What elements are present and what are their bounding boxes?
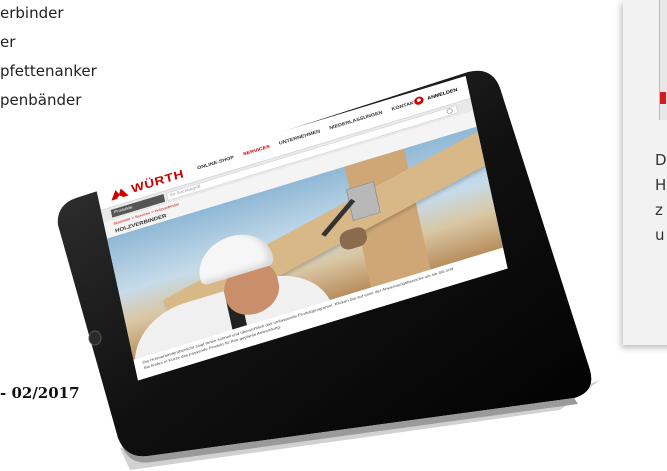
search-placeholder: Ihr Suchbegriff — [169, 184, 201, 198]
nav-unternehmen[interactable]: UNTERNEHMEN — [278, 128, 320, 145]
wurth-logo-icon — [110, 187, 129, 201]
user-icon — [413, 95, 425, 107]
nav-online-shop[interactable]: ONLINE-SHOP — [197, 155, 235, 171]
login-label: ANMELDEN — [426, 86, 458, 101]
search-icon[interactable] — [446, 107, 454, 115]
nav-services[interactable]: SERVICES — [243, 144, 271, 157]
tablet-device: WÜRTH ONLINE-SHOP SERVICES UNTERNEHMEN N… — [0, 0, 667, 471]
